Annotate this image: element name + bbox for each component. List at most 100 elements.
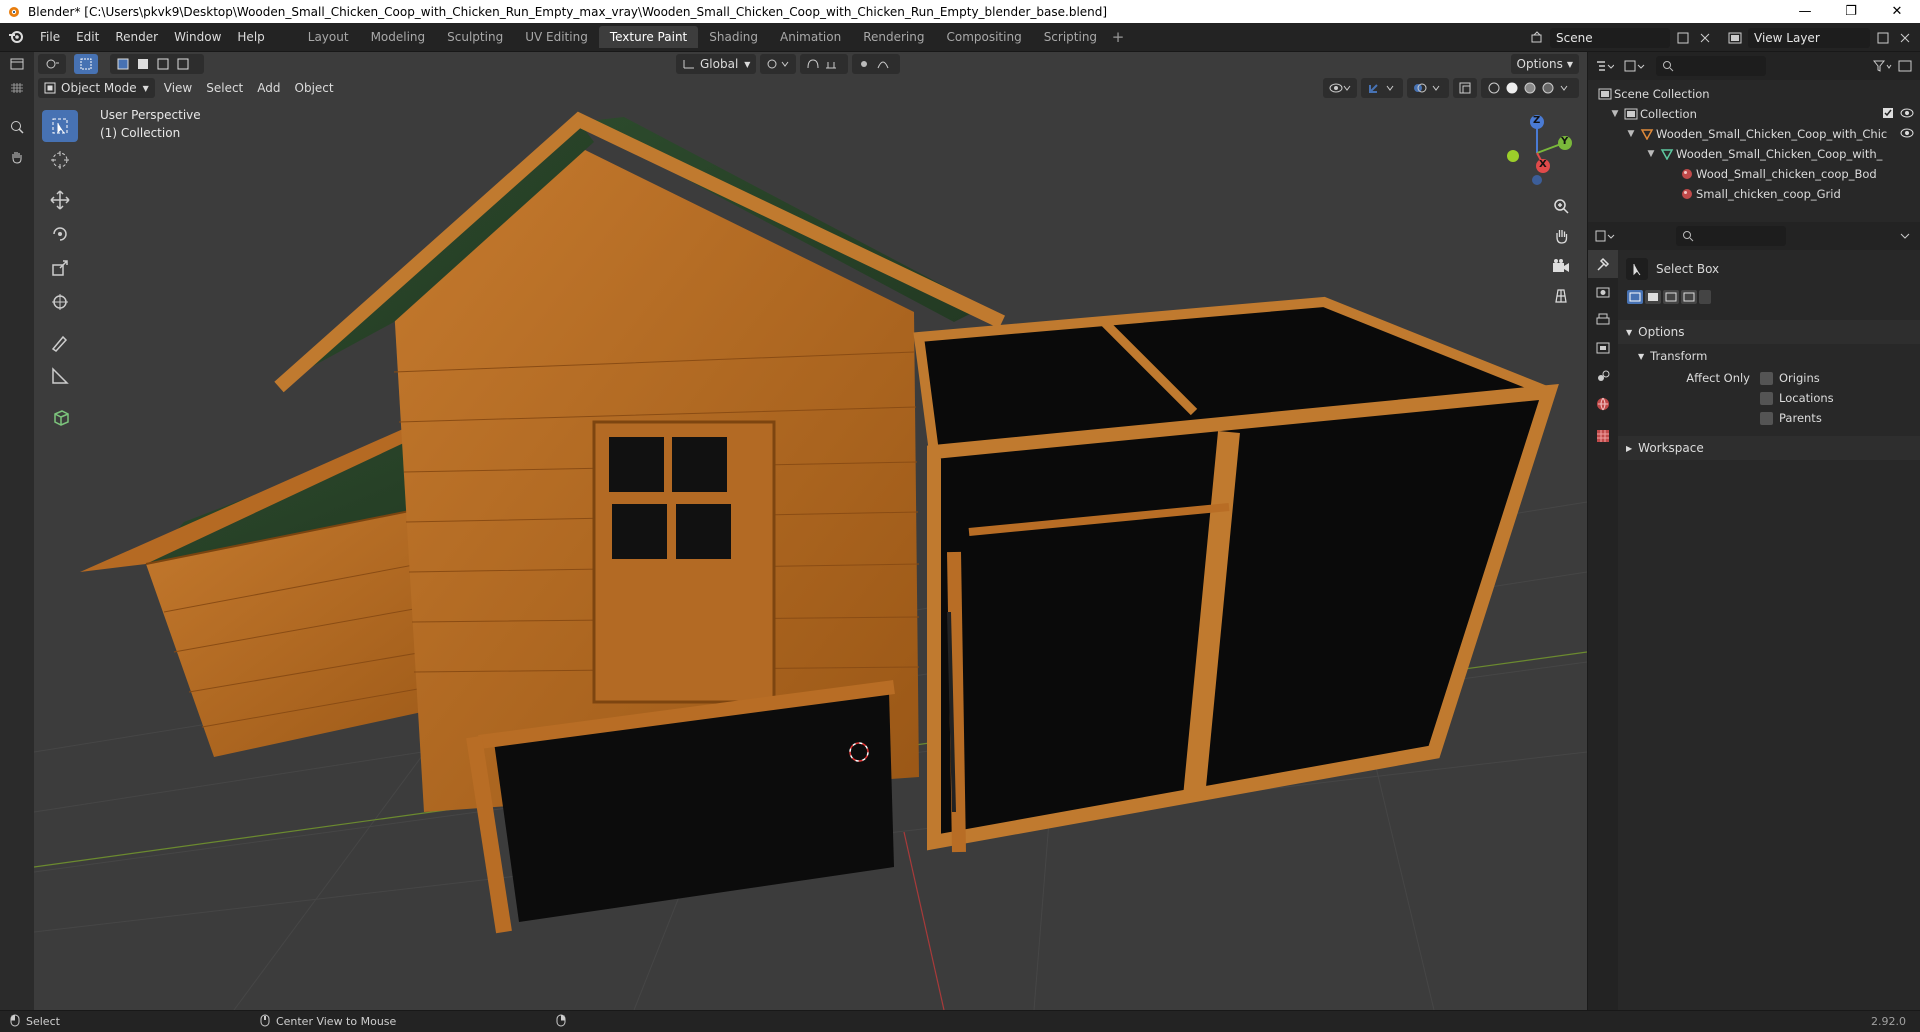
- cursor-tool[interactable]: [42, 144, 78, 176]
- tab-compositing[interactable]: Compositing: [935, 26, 1032, 48]
- proportional-edit-icon[interactable]: [852, 54, 901, 74]
- transform-subpanel-header[interactable]: ▼ Transform: [1618, 344, 1920, 368]
- tab-shading[interactable]: Shading: [698, 26, 769, 48]
- tab-output[interactable]: [1588, 306, 1618, 334]
- delete-scene-icon[interactable]: [1694, 28, 1716, 48]
- filter-icon[interactable]: [1872, 56, 1894, 76]
- view-layer-field[interactable]: View Layer: [1748, 27, 1870, 48]
- outliner-editor-type-icon[interactable]: [1594, 56, 1616, 76]
- view-layer-icon[interactable]: [1724, 28, 1746, 48]
- add-cube-tool[interactable]: [42, 400, 78, 432]
- expand-triangle-icon[interactable]: ▼: [1624, 129, 1638, 139]
- snap-icon[interactable]: [800, 54, 849, 74]
- properties-search-input[interactable]: [1676, 226, 1786, 246]
- new-collection-icon[interactable]: [1894, 56, 1916, 76]
- display-mode-icon[interactable]: [1624, 56, 1646, 76]
- navigation-gizmo[interactable]: Z Y X: [1497, 108, 1577, 188]
- outliner-search-input[interactable]: [1656, 56, 1766, 76]
- viewport-menu-add[interactable]: Add: [250, 81, 287, 95]
- xray-icon[interactable]: [1453, 78, 1477, 98]
- scale-tool[interactable]: [42, 252, 78, 284]
- gizmo-toggle-icon[interactable]: [1361, 78, 1403, 98]
- eye-icon[interactable]: [1900, 127, 1914, 141]
- 3d-viewport[interactable]: Global ▼ Options ▼ Object Mode ▼ View Se…: [34, 52, 1587, 1010]
- tab-rendering[interactable]: Rendering: [852, 26, 935, 48]
- eye-icon[interactable]: [1900, 107, 1914, 121]
- select-box-tool-icon[interactable]: [74, 54, 98, 74]
- viewport-scene[interactable]: [34, 52, 1587, 1010]
- tab-scripting[interactable]: Scripting: [1033, 26, 1108, 48]
- minimize-button[interactable]: —: [1782, 0, 1828, 23]
- origins-checkbox[interactable]: [1760, 371, 1773, 385]
- select-box-tool[interactable]: [42, 110, 78, 142]
- parents-checkbox[interactable]: [1760, 411, 1773, 425]
- collection-exclude-checkbox[interactable]: [1882, 107, 1894, 122]
- visibility-icon[interactable]: [1323, 78, 1357, 98]
- zoom-region-icon[interactable]: [0, 112, 34, 142]
- shading-mode-icons[interactable]: [1481, 78, 1579, 98]
- new-view-layer-icon[interactable]: [1872, 28, 1894, 48]
- transform-tool[interactable]: [42, 286, 78, 318]
- select-box-tool-icon[interactable]: [1626, 258, 1648, 280]
- pan-icon[interactable]: [1547, 222, 1575, 250]
- tab-sculpting[interactable]: Sculpting: [436, 26, 514, 48]
- editor-type-3d-icon[interactable]: [38, 54, 66, 74]
- tab-layout[interactable]: Layout: [297, 26, 360, 48]
- tab-scene[interactable]: [1588, 362, 1618, 390]
- outliner-row-material-body[interactable]: Wood_Small_chicken_coop_Bod: [1588, 164, 1920, 184]
- editor-type-icon[interactable]: [0, 52, 34, 76]
- zoom-icon[interactable]: [1547, 192, 1575, 220]
- selection-mode-icons[interactable]: [110, 54, 204, 74]
- tab-modeling[interactable]: Modeling: [360, 26, 437, 48]
- delete-view-layer-icon[interactable]: [1894, 28, 1916, 48]
- close-button[interactable]: ✕: [1874, 0, 1920, 23]
- perspective-toggle-icon[interactable]: [1547, 282, 1575, 310]
- maximize-button[interactable]: ❐: [1828, 0, 1874, 23]
- menu-render[interactable]: Render: [107, 23, 166, 52]
- outliner-row-collection[interactable]: ▼ Collection: [1588, 104, 1920, 124]
- outliner-row-material-grid[interactable]: Small_chicken_coop_Grid: [1588, 184, 1920, 204]
- scene-icon[interactable]: [1526, 28, 1548, 48]
- menu-file[interactable]: File: [32, 23, 68, 52]
- menu-edit[interactable]: Edit: [68, 23, 107, 52]
- outliner-row-empty-object[interactable]: ▼ Wooden_Small_Chicken_Coop_with_Chic: [1588, 124, 1920, 144]
- expand-triangle-icon[interactable]: ▼: [1608, 109, 1622, 119]
- options-dropdown[interactable]: Options ▼: [1510, 54, 1579, 74]
- menu-window[interactable]: Window: [166, 23, 229, 52]
- menu-help[interactable]: Help: [229, 23, 272, 52]
- interaction-mode-dropdown[interactable]: Object Mode ▼: [38, 78, 155, 98]
- add-workspace-button[interactable]: +: [1108, 26, 1128, 48]
- viewport-menu-object[interactable]: Object: [288, 81, 341, 95]
- annotate-tool[interactable]: [42, 326, 78, 358]
- new-scene-icon[interactable]: [1672, 28, 1694, 48]
- select-mode-buttons[interactable]: [1618, 284, 1920, 310]
- tab-tool-settings[interactable]: [1588, 250, 1618, 278]
- rotate-tool[interactable]: [42, 218, 78, 250]
- locations-checkbox[interactable]: [1760, 391, 1773, 405]
- pivot-point-icon[interactable]: [760, 54, 797, 74]
- pan-hand-icon[interactable]: [0, 142, 34, 172]
- grid-icon[interactable]: [0, 76, 34, 100]
- chevron-down-icon[interactable]: [1894, 226, 1916, 246]
- outliner-row-scene-collection[interactable]: Scene Collection: [1588, 84, 1920, 104]
- viewport-menu-view[interactable]: View: [157, 81, 199, 95]
- options-panel-header[interactable]: ▼ Options: [1618, 320, 1920, 344]
- tab-texture-paint[interactable]: Texture Paint: [598, 26, 699, 48]
- tab-view-layer[interactable]: [1588, 334, 1618, 362]
- workspace-panel-header[interactable]: ▶ Workspace: [1618, 436, 1920, 460]
- viewport-menu-select[interactable]: Select: [199, 81, 250, 95]
- scene-name-field[interactable]: Scene: [1550, 27, 1670, 48]
- expand-triangle-icon[interactable]: ▼: [1644, 149, 1658, 159]
- properties-editor-type-icon[interactable]: [1594, 226, 1616, 246]
- blender-menu-icon[interactable]: [0, 29, 32, 45]
- measure-tool[interactable]: [42, 360, 78, 392]
- tab-render[interactable]: [1588, 278, 1618, 306]
- outliner-row-mesh-data[interactable]: ▼ Wooden_Small_Chicken_Coop_with_: [1588, 144, 1920, 164]
- move-tool[interactable]: [42, 184, 78, 216]
- tab-world[interactable]: [1588, 390, 1618, 418]
- transform-orientation-dropdown[interactable]: Global ▼: [676, 54, 757, 74]
- tab-texture[interactable]: [1588, 422, 1618, 450]
- overlays-icon[interactable]: [1407, 78, 1449, 98]
- tab-uv-editing[interactable]: UV Editing: [514, 26, 599, 48]
- tab-animation[interactable]: Animation: [769, 26, 852, 48]
